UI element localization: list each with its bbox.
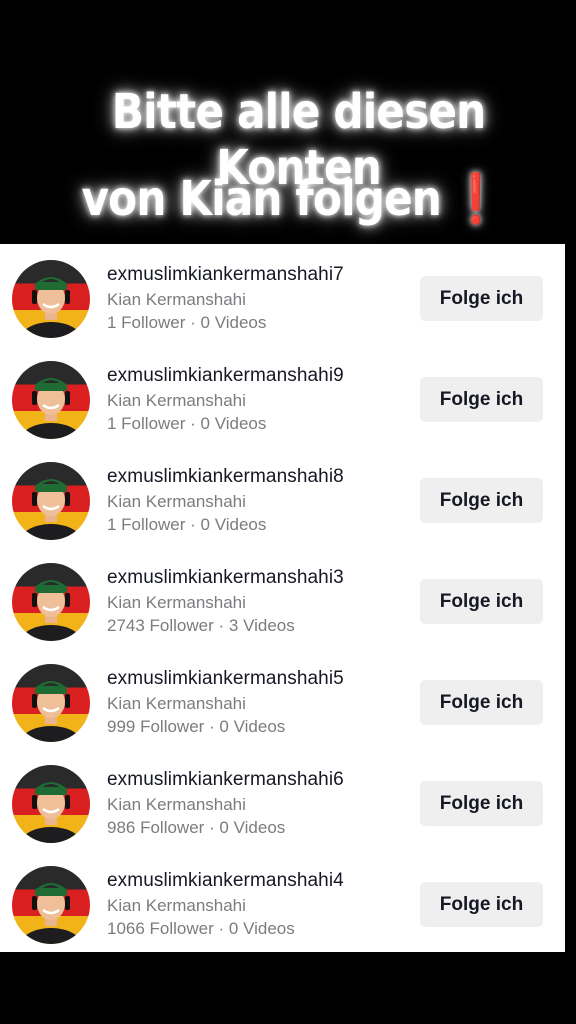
follow-button[interactable]: Folge ich xyxy=(420,579,543,624)
profile-photo-icon xyxy=(18,580,84,641)
account-row[interactable]: exmuslimkiankermanshahi6 Kian Kermanshah… xyxy=(0,749,565,849)
account-stats: 999 Follower · 0 Videos xyxy=(107,717,286,736)
follow-button[interactable]: Folge ich xyxy=(420,781,543,826)
account-display-name: Kian Kermanshahi xyxy=(107,896,246,915)
account-row[interactable]: exmuslimkiankermanshahi5 Kian Kermanshah… xyxy=(0,648,565,748)
avatar[interactable] xyxy=(12,765,90,843)
account-username[interactable]: exmuslimkiankermanshahi3 xyxy=(107,567,344,589)
account-stats: 1 Follower · 0 Videos xyxy=(107,515,267,534)
profile-photo-icon xyxy=(18,681,84,742)
account-display-name: Kian Kermanshahi xyxy=(107,290,246,309)
avatar[interactable] xyxy=(12,462,90,540)
bottom-black-bar xyxy=(0,952,576,1024)
follow-button[interactable]: Folge ich xyxy=(420,882,543,927)
account-username[interactable]: exmuslimkiankermanshahi5 xyxy=(107,668,344,690)
account-stats: 986 Follower · 0 Videos xyxy=(107,818,286,837)
account-display-name: Kian Kermanshahi xyxy=(107,593,246,612)
account-list: exmuslimkiankermanshahi7 Kian Kermanshah… xyxy=(0,244,565,952)
avatar[interactable] xyxy=(12,866,90,944)
account-row[interactable]: exmuslimkiankermanshahi7 Kian Kermanshah… xyxy=(0,244,565,344)
follow-button[interactable]: Folge ich xyxy=(420,276,543,321)
account-stats: 2743 Follower · 3 Videos xyxy=(107,616,295,635)
account-row[interactable]: exmuslimkiankermanshahi8 Kian Kermanshah… xyxy=(0,446,565,546)
avatar[interactable] xyxy=(12,361,90,439)
account-display-name: Kian Kermanshahi xyxy=(107,795,246,814)
account-stats: 1 Follower · 0 Videos xyxy=(107,414,267,433)
profile-photo-icon xyxy=(18,883,84,944)
account-display-name: Kian Kermanshahi xyxy=(107,694,246,713)
profile-photo-icon xyxy=(18,479,84,540)
account-row[interactable]: exmuslimkiankermanshahi9 Kian Kermanshah… xyxy=(0,345,565,445)
account-row[interactable]: exmuslimkiankermanshahi3 Kian Kermanshah… xyxy=(0,547,565,647)
profile-photo-icon xyxy=(18,277,84,338)
account-username[interactable]: exmuslimkiankermanshahi8 xyxy=(107,466,344,488)
account-stats: 1066 Follower · 0 Videos xyxy=(107,919,295,938)
account-username[interactable]: exmuslimkiankermanshahi4 xyxy=(107,870,344,892)
profile-photo-icon xyxy=(18,378,84,439)
follow-button[interactable]: Folge ich xyxy=(420,478,543,523)
follow-button[interactable]: Folge ich xyxy=(420,377,543,422)
account-username[interactable]: exmuslimkiankermanshahi9 xyxy=(107,365,344,387)
account-username[interactable]: exmuslimkiankermanshahi6 xyxy=(107,769,344,791)
account-username[interactable]: exmuslimkiankermanshahi7 xyxy=(107,264,344,286)
caption-line-2: von Kian folgen ❗ xyxy=(35,170,542,227)
avatar[interactable] xyxy=(12,664,90,742)
account-stats: 1 Follower · 0 Videos xyxy=(107,313,267,332)
avatar[interactable] xyxy=(12,563,90,641)
follow-button[interactable]: Folge ich xyxy=(420,680,543,725)
avatar[interactable] xyxy=(12,260,90,338)
account-row[interactable]: exmuslimkiankermanshahi4 Kian Kermanshah… xyxy=(0,850,565,950)
account-display-name: Kian Kermanshahi xyxy=(107,391,246,410)
profile-photo-icon xyxy=(18,782,84,843)
exclamation-icon: ❗ xyxy=(449,171,503,227)
caption-header: Bitte alle diesen Konten von Kian folgen… xyxy=(0,0,576,244)
account-display-name: Kian Kermanshahi xyxy=(107,492,246,511)
caption-line-2-text: von Kian folgen xyxy=(81,171,442,227)
